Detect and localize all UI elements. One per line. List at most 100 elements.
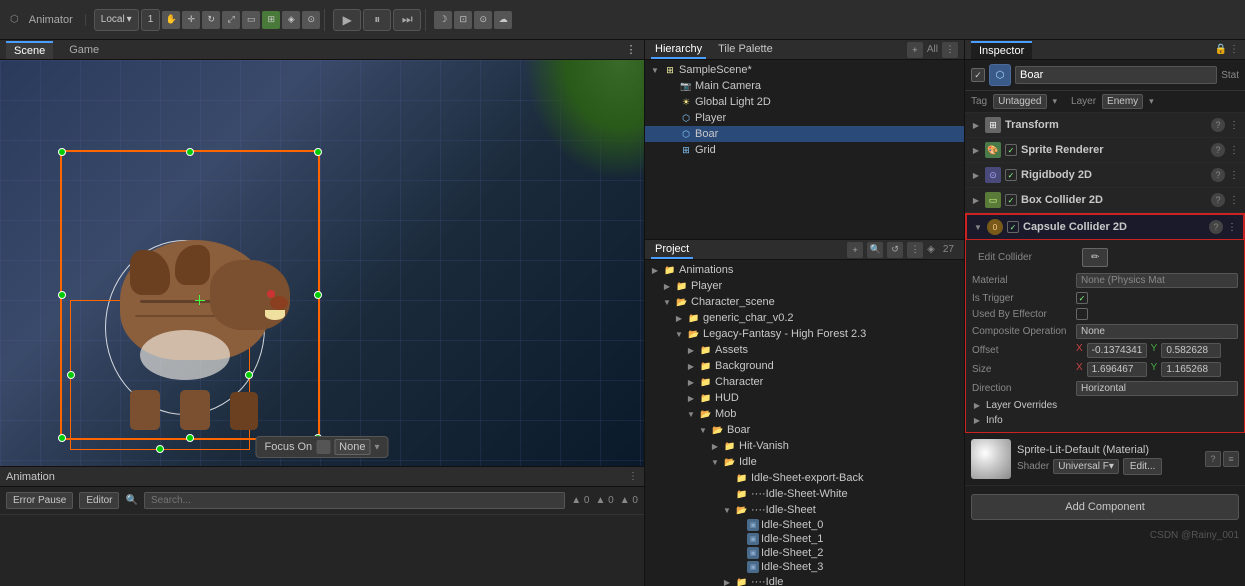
go-stat-label[interactable]: Stat	[1221, 70, 1239, 81]
layer-value[interactable]: Enemy	[1102, 94, 1143, 109]
rotate-tool[interactable]: ↻	[202, 11, 220, 29]
mat-help-btn[interactable]: ?	[1205, 451, 1221, 467]
handle-ml[interactable]	[58, 291, 66, 299]
project-menu-btn[interactable]: ⋮	[907, 242, 923, 258]
tree-item-samplescene[interactable]: ▼ ⊞ SampleScene*	[645, 62, 964, 78]
project-search-btn[interactable]: 🔍	[867, 242, 883, 258]
proj-idle1[interactable]: ▣ Idle-Sheet_1	[645, 532, 964, 546]
gizmo1[interactable]: ☽	[434, 11, 452, 29]
offset-y-value[interactable]: 0.582628	[1161, 343, 1221, 358]
tag-value[interactable]: Untagged	[993, 94, 1046, 109]
proj-idlewhite[interactable]: 📁 ····Idle-Sheet-White	[645, 486, 964, 502]
component-capsulecollider2d-header[interactable]: ▼ 0 ✓ Capsule Collider 2D ? ⋮	[966, 214, 1244, 240]
proj-charscene[interactable]: ▼ 📂 Character_scene	[645, 294, 964, 310]
collab-btn[interactable]: ☁	[494, 11, 512, 29]
tree-item-globallight[interactable]: ☀ Global Light 2D	[645, 94, 964, 110]
proj-character[interactable]: ▶ 📁 Character	[645, 374, 964, 390]
edit-collider-btn[interactable]: ✏	[1082, 248, 1108, 267]
local-dropdown[interactable]: Local ▾	[94, 9, 139, 31]
proj-idle2[interactable]: ▣ Idle-Sheet_2	[645, 546, 964, 560]
transform-more[interactable]: ⋮	[1229, 120, 1239, 131]
proj-idle[interactable]: ▼ 📂 Idle	[645, 454, 964, 470]
proj-assets[interactable]: ▶ 📁 Assets	[645, 342, 964, 358]
proj-player[interactable]: ▶ 📁 Player	[645, 278, 964, 294]
tree-item-grid[interactable]: ⊞ Grid	[645, 142, 964, 158]
step-button[interactable]: ⏭	[393, 9, 421, 31]
go-name-field[interactable]	[1015, 66, 1217, 84]
proj-generic[interactable]: ▶ 📁 generic_char_v0.2	[645, 310, 964, 326]
go-active-checkbox[interactable]: ✓	[971, 68, 985, 82]
proj-mob[interactable]: ▼ 📂 Mob	[645, 406, 964, 422]
is-trigger-checkbox[interactable]: ✓	[1076, 292, 1088, 304]
tab-inspector[interactable]: Inspector	[971, 41, 1032, 59]
spriterenderer-more[interactable]: ⋮	[1229, 145, 1239, 156]
anim-search-input[interactable]	[144, 492, 565, 509]
tab-tile-palette[interactable]: Tile Palette	[714, 41, 777, 59]
tab-scene[interactable]: Scene	[6, 41, 53, 59]
hierarchy-filter[interactable]: All	[927, 44, 938, 55]
inspector-lock[interactable]: 🔒	[1215, 44, 1227, 55]
boxcol-checkbox[interactable]: ✓	[1005, 194, 1017, 206]
size-y-value[interactable]: 1.165268	[1161, 362, 1221, 377]
layer-chevron[interactable]: ▾	[1149, 96, 1154, 107]
mat-list-btn[interactable]: ≡	[1223, 451, 1239, 467]
capsulecol-checkbox[interactable]: ✓	[1007, 221, 1019, 233]
mat-edit-btn[interactable]: Edit...	[1123, 458, 1163, 475]
offset-x-value[interactable]: -0.1374341	[1087, 343, 1147, 358]
component-sprite-renderer-header[interactable]: ▶ 🎨 ✓ Sprite Renderer ? ⋮	[965, 138, 1245, 162]
handle-tl[interactable]	[58, 148, 66, 156]
proj-idle0[interactable]: ▣ Idle-Sheet_0	[645, 518, 964, 532]
tab-project[interactable]: Project	[651, 241, 693, 259]
proj-boar[interactable]: ▼ 📂 Boar	[645, 422, 964, 438]
extra-tool1[interactable]: ◈	[282, 11, 300, 29]
handle-mr[interactable]	[314, 291, 322, 299]
rigidbody-help[interactable]: ?	[1211, 168, 1225, 182]
rigidbody-more[interactable]: ⋮	[1229, 170, 1239, 181]
hierarchy-add-btn[interactable]: +	[907, 42, 923, 58]
size-x-value[interactable]: 1.696467	[1087, 362, 1147, 377]
capsulecol-help[interactable]: ?	[1209, 220, 1223, 234]
capsulecol-more[interactable]: ⋮	[1227, 222, 1237, 233]
proj-animations[interactable]: ▶ 📁 Animations	[645, 262, 964, 278]
spriterenderer-help[interactable]: ?	[1211, 143, 1225, 157]
boxcol-help[interactable]: ?	[1211, 193, 1225, 207]
focus-on-chevron[interactable]: ▾	[374, 442, 379, 453]
pause-button[interactable]: ⏸	[363, 9, 391, 31]
material-value[interactable]: None (Physics Mat	[1076, 273, 1238, 288]
direction-value[interactable]: Horizontal	[1076, 381, 1238, 396]
boxcol-more[interactable]: ⋮	[1229, 195, 1239, 206]
tree-item-maincamera[interactable]: 📷 Main Camera	[645, 78, 964, 94]
proj-legacy[interactable]: ▼ 📂 Legacy-Fantasy - High Forest 2.3	[645, 326, 964, 342]
hand-tool[interactable]: ✋	[162, 11, 180, 29]
proj-hitvanish[interactable]: ▶ 📁 Hit-Vanish	[645, 438, 964, 454]
error-pause-btn[interactable]: Error Pause	[6, 492, 73, 509]
inspector-menu[interactable]: ⋮	[1229, 44, 1239, 55]
play-button[interactable]: ▶	[333, 9, 361, 31]
tree-item-boar[interactable]: ⬡ Boar	[645, 126, 964, 142]
add-component-btn[interactable]: Add Component	[971, 494, 1239, 520]
handle-tr[interactable]	[314, 148, 322, 156]
layer-overrides-label[interactable]: Layer Overrides	[986, 400, 1086, 411]
rect-tool[interactable]: ▭	[242, 11, 260, 29]
proj-idlesheet[interactable]: ▼ 📂 ····Idle-Sheet	[645, 502, 964, 518]
proj-hud[interactable]: ▶ 📁 HUD	[645, 390, 964, 406]
tree-item-player[interactable]: ⬡ Player	[645, 110, 964, 126]
handle-bl[interactable]	[58, 434, 66, 442]
gizmo3[interactable]: ⊙	[474, 11, 492, 29]
move-tool[interactable]: ✛	[182, 11, 200, 29]
proj-idleexportback[interactable]: 📁 Idle-Sheet-export-Back	[645, 470, 964, 486]
scale-tool[interactable]: ⤢	[222, 11, 240, 29]
proj-idle-anim[interactable]: ▶ 📁 ····Idle	[645, 574, 964, 586]
proj-background[interactable]: ▶ 📁 Background	[645, 358, 964, 374]
component-rigidbody2d-header[interactable]: ▶ ⊙ ✓ Rigidbody 2D ? ⋮	[965, 163, 1245, 187]
proj-idle3[interactable]: ▣ Idle-Sheet_3	[645, 560, 964, 574]
scene-menu-icon[interactable]: ⋮	[624, 43, 638, 57]
tag-chevron[interactable]: ▾	[1053, 96, 1058, 107]
project-add-btn[interactable]: +	[847, 242, 863, 258]
inner-handle-ml[interactable]	[67, 371, 75, 379]
rigidbody-checkbox[interactable]: ✓	[1005, 169, 1017, 181]
extra-tool2[interactable]: ⊙	[302, 11, 320, 29]
info-label[interactable]: Info	[986, 415, 1086, 426]
handle-tm[interactable]	[186, 148, 194, 156]
shader-value[interactable]: Universal F▾	[1053, 459, 1119, 474]
